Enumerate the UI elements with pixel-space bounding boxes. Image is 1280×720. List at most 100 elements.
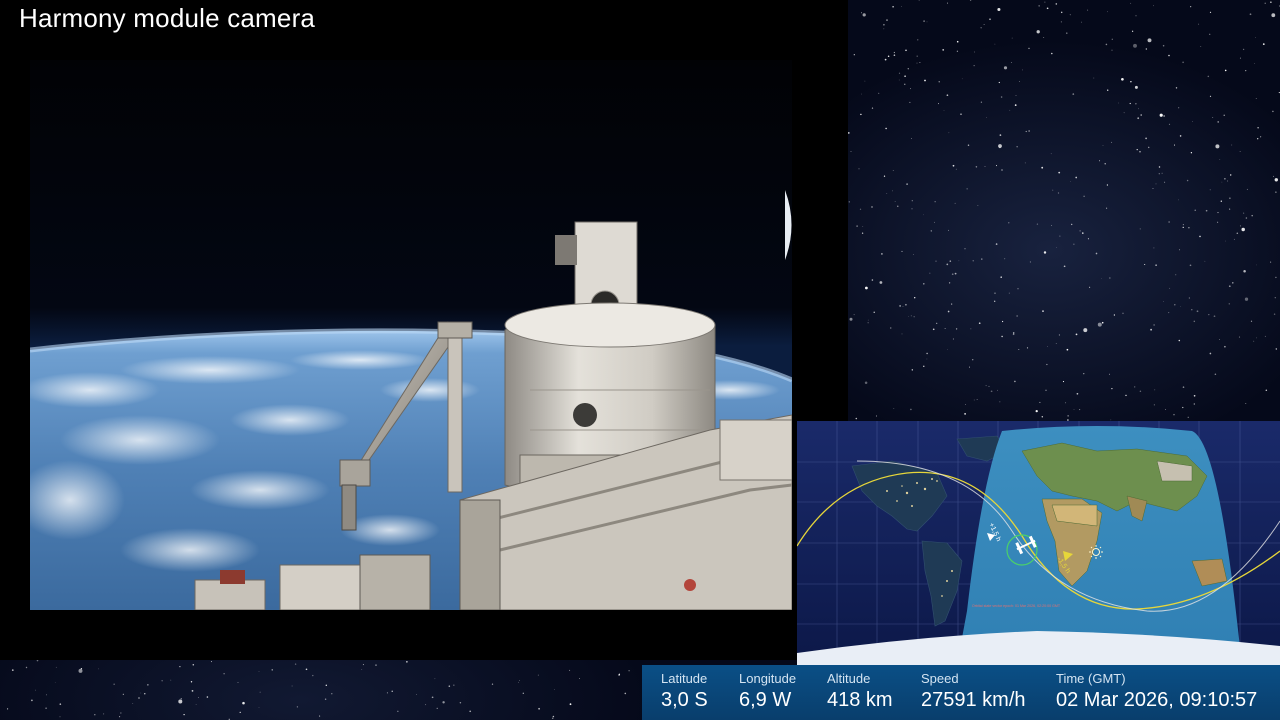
star bbox=[1125, 394, 1127, 397]
star bbox=[1069, 180, 1071, 182]
star bbox=[956, 40, 959, 43]
star bbox=[926, 352, 928, 355]
star bbox=[944, 327, 946, 329]
star bbox=[1188, 297, 1191, 299]
star bbox=[1010, 62, 1012, 64]
star bbox=[1209, 11, 1212, 14]
latitude-value: 3,0 S bbox=[661, 689, 708, 711]
star bbox=[1239, 225, 1241, 227]
star bbox=[938, 103, 939, 105]
star bbox=[1009, 109, 1011, 111]
star bbox=[947, 310, 950, 313]
star bbox=[989, 18, 991, 21]
star bbox=[1075, 333, 1078, 336]
star bbox=[1169, 287, 1171, 289]
star bbox=[858, 168, 860, 170]
star bbox=[1255, 98, 1257, 99]
star bbox=[78, 668, 83, 673]
star bbox=[1028, 130, 1030, 132]
star bbox=[1153, 247, 1155, 249]
star bbox=[1101, 321, 1104, 324]
star bbox=[1147, 146, 1150, 149]
star bbox=[1063, 265, 1066, 268]
star bbox=[1257, 127, 1259, 129]
star bbox=[1232, 282, 1234, 284]
star bbox=[1038, 5, 1040, 7]
star bbox=[948, 229, 949, 231]
star bbox=[1182, 406, 1184, 409]
star bbox=[986, 117, 987, 118]
star bbox=[1145, 48, 1147, 50]
star bbox=[25, 666, 28, 669]
star bbox=[1168, 221, 1170, 223]
star bbox=[1245, 69, 1247, 72]
time-label: Time (GMT) bbox=[1056, 671, 1126, 686]
star bbox=[239, 711, 241, 714]
star bbox=[552, 715, 555, 718]
star bbox=[1191, 309, 1193, 311]
star bbox=[871, 206, 873, 208]
star bbox=[305, 668, 308, 671]
star bbox=[873, 311, 875, 313]
star bbox=[1175, 274, 1177, 276]
star bbox=[934, 201, 936, 203]
star bbox=[1083, 328, 1088, 333]
star bbox=[1168, 123, 1171, 126]
time-value: 02 Mar 2026, 09:10:57 bbox=[1056, 689, 1258, 711]
star bbox=[988, 385, 990, 387]
star bbox=[59, 716, 61, 718]
star bbox=[1220, 200, 1222, 202]
star bbox=[1174, 304, 1176, 306]
star bbox=[1043, 251, 1047, 254]
star bbox=[1106, 184, 1109, 186]
star bbox=[1122, 312, 1124, 315]
star bbox=[983, 24, 985, 25]
star bbox=[907, 68, 909, 70]
star bbox=[1087, 238, 1089, 240]
star bbox=[178, 699, 183, 704]
star bbox=[864, 80, 866, 82]
star bbox=[554, 689, 555, 690]
star bbox=[1186, 179, 1189, 182]
star bbox=[980, 101, 983, 103]
star bbox=[210, 661, 212, 663]
star bbox=[11, 669, 14, 671]
star bbox=[1189, 264, 1192, 267]
star bbox=[904, 75, 906, 78]
star bbox=[926, 21, 928, 23]
star bbox=[1182, 386, 1185, 388]
star bbox=[1029, 261, 1031, 263]
star bbox=[1073, 243, 1075, 245]
star bbox=[1055, 3, 1058, 5]
star bbox=[1229, 208, 1231, 210]
star bbox=[964, 248, 966, 250]
star bbox=[416, 694, 417, 696]
camera-panel: Harmony module camera bbox=[0, 0, 848, 660]
star bbox=[923, 20, 925, 22]
star bbox=[1073, 409, 1075, 410]
star bbox=[997, 389, 998, 391]
star bbox=[1168, 54, 1170, 57]
star bbox=[1209, 33, 1211, 35]
star bbox=[849, 317, 853, 321]
star bbox=[1244, 297, 1249, 301]
star bbox=[1223, 114, 1225, 116]
star bbox=[948, 282, 951, 284]
star bbox=[97, 668, 99, 670]
star bbox=[967, 144, 970, 147]
star bbox=[436, 707, 438, 710]
star bbox=[946, 349, 948, 351]
iss-tracker-map[interactable]: +1,5 h -1,5 h Orbital state vector epoch… bbox=[797, 421, 1280, 665]
star bbox=[958, 260, 960, 262]
star bbox=[1245, 403, 1247, 405]
camera-feed[interactable] bbox=[30, 60, 792, 610]
star bbox=[912, 254, 914, 255]
star bbox=[1275, 191, 1277, 193]
star bbox=[375, 664, 377, 666]
star bbox=[242, 701, 245, 705]
star bbox=[624, 692, 627, 695]
star bbox=[1139, 228, 1141, 230]
star bbox=[948, 132, 950, 134]
star bbox=[978, 322, 981, 325]
star bbox=[1056, 247, 1057, 248]
